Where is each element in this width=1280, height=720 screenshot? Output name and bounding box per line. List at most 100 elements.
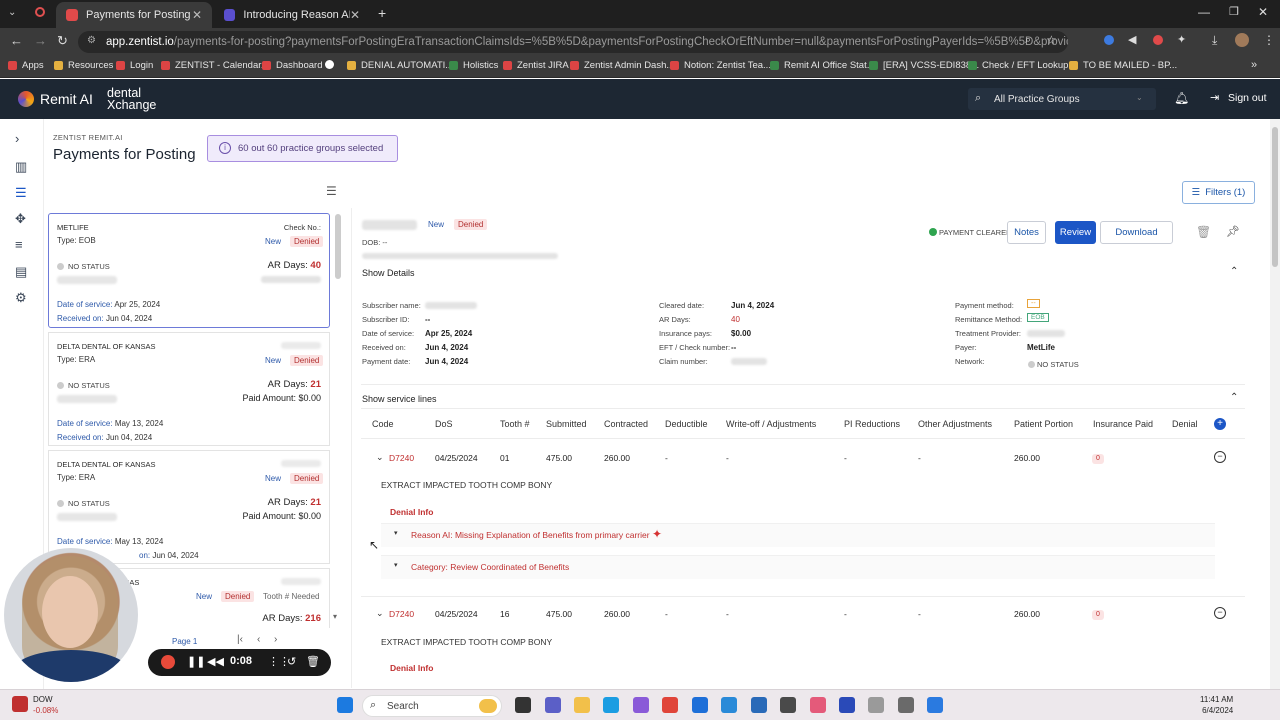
stock-widget[interactable]: DOW -0.08% — [33, 694, 58, 716]
pause-icon[interactable]: ❚❚ — [187, 655, 205, 668]
back-arrow-icon[interactable]: ← — [10, 33, 23, 48]
bookmark-resources[interactable]: Resources — [54, 60, 113, 71]
maximize-icon[interactable]: ❐ — [1229, 5, 1239, 18]
system-clock[interactable]: 11:41 AM 6/4/2024 — [1200, 694, 1233, 716]
sort-icon[interactable]: ☰ — [326, 184, 337, 198]
remove-line-minus-icon[interactable]: − — [1214, 607, 1226, 619]
delete-trash-icon[interactable]: 🗑︎ — [1196, 225, 1211, 239]
teams-icon[interactable] — [545, 697, 561, 713]
close-tab-icon[interactable]: ✕ — [350, 8, 360, 22]
remit-ai-logo[interactable]: Remit AI — [18, 91, 93, 107]
bookmark-star-icon[interactable]: ☆ — [1046, 33, 1057, 47]
bookmark-apps[interactable]: Apps — [8, 60, 44, 71]
next-page-icon[interactable]: › — [274, 634, 277, 645]
download-icon[interactable]: ⤓ — [1212, 33, 1217, 48]
collapse-service-lines-icon[interactable]: ⌃ — [1230, 392, 1238, 403]
profile-avatar[interactable] — [1235, 33, 1249, 47]
tab-reason-ai[interactable]: Introducing Reason AI for Enha ✕ — [214, 2, 370, 28]
extension-red-icon[interactable] — [1153, 35, 1163, 45]
payment-card[interactable]: DELTA DENTAL OF KANSAS Type: ERA New Den… — [48, 332, 330, 446]
review-button[interactable]: Review — [1055, 221, 1096, 244]
stock-widget-icon[interactable] — [12, 696, 28, 712]
practice-group-select[interactable]: ⌕ All Practice Groups ⌄ — [968, 88, 1156, 110]
payment-card[interactable]: METLIFE Check No.: Type: EOB New Denied … — [48, 213, 330, 328]
bookmark-check-eft[interactable]: Check / EFT Lookup... — [968, 60, 1076, 71]
todo-icon[interactable] — [927, 697, 943, 713]
close-window-icon[interactable]: ✕ — [1258, 5, 1268, 19]
reports-icon[interactable]: ▤ — [15, 264, 27, 280]
minimize-icon[interactable]: — — [1198, 5, 1210, 19]
site-info-icon[interactable]: ⚙ — [87, 35, 96, 46]
bookmark-admin-dash[interactable]: Zentist Admin Dash... — [570, 60, 674, 71]
integrations-icon[interactable]: ✥ — [15, 211, 26, 227]
remove-line-minus-icon[interactable]: − — [1214, 451, 1226, 463]
line-code[interactable]: D7240 — [389, 453, 414, 463]
bookmark-google[interactable] — [325, 60, 339, 69]
app-icon[interactable] — [721, 697, 737, 713]
show-details-toggle[interactable]: Show Details — [362, 268, 415, 278]
add-line-plus-icon[interactable]: + — [1214, 418, 1226, 430]
bookmark-remit-ai-status[interactable]: Remit AI Office Stat... — [770, 60, 875, 71]
bookmark-denial-automation[interactable]: DENIAL AUTOMATI... — [347, 60, 453, 71]
bookmark-holistics[interactable]: Holistics — [449, 60, 498, 71]
list-scrollbar[interactable] — [335, 214, 341, 279]
snipping-tool-icon[interactable] — [898, 697, 914, 713]
mute-icon[interactable]: ◀ — [1128, 33, 1136, 46]
bookmark-login[interactable]: Login — [116, 60, 153, 71]
prev-page-icon[interactable]: ‹ — [257, 634, 260, 645]
task-view-icon[interactable] — [515, 697, 531, 713]
bookmark-jira[interactable]: Zentist JIRA — [503, 60, 569, 71]
file-explorer-icon[interactable] — [574, 697, 590, 713]
payment-card[interactable]: DELTA DENTAL OF KANSAS Type: ERA New Den… — [48, 450, 330, 564]
settings-gear-icon[interactable]: ⚙ — [15, 290, 27, 306]
notepad-icon[interactable] — [751, 697, 767, 713]
notification-bell-icon[interactable]: 🔔︎ — [1174, 91, 1189, 105]
webcam-overlay[interactable] — [4, 548, 138, 682]
pin-icon[interactable]: 📌︎ — [1226, 225, 1240, 238]
tasks-list-icon[interactable]: ≡ — [15, 237, 23, 252]
bookmark-dashboard[interactable]: Dashboard — [262, 60, 322, 71]
rewind-icon[interactable]: ◀◀ — [207, 655, 224, 668]
reload-icon[interactable]: ↻ — [57, 33, 68, 49]
more-bookmarks-chevron-icon[interactable]: » — [1251, 59, 1257, 71]
extension-icon[interactable] — [1104, 35, 1114, 45]
expand-reason-chevron-icon[interactable]: ▾ — [394, 529, 398, 537]
collapse-chevron-up-icon[interactable]: ⌃ — [1230, 266, 1238, 277]
bookmark-to-be-mailed[interactable]: TO BE MAILED - BP... — [1069, 60, 1177, 71]
windows-start-icon[interactable] — [337, 697, 353, 713]
address-bar[interactable]: ⚙ app.zentist.io/payments-for-posting?pa… — [78, 31, 1068, 53]
zoom-icon[interactable]: ⌕ — [1025, 34, 1031, 47]
forward-arrow-icon[interactable]: → — [34, 33, 47, 48]
notes-button[interactable]: Notes — [1007, 221, 1046, 244]
bookmark-era-vcss[interactable]: [ERA] VCSS-EDI838... — [869, 60, 979, 71]
new-tab-plus-icon[interactable]: + — [378, 5, 386, 21]
app-icon[interactable] — [839, 697, 855, 713]
stop-recording-icon[interactable] — [161, 655, 175, 669]
tab-payments-for-posting[interactable]: Payments for Posting ✕ — [56, 2, 212, 28]
tab-search-icon[interactable]: ⌄ — [8, 7, 16, 18]
practice-groups-selected-chip[interactable]: 60 out 60 practice groups selected — [207, 135, 398, 162]
store-icon[interactable] — [692, 697, 708, 713]
collapse-line-chevron-icon[interactable]: ⌄ — [376, 452, 384, 463]
menu-dots-icon[interactable]: ⋮ — [1263, 33, 1275, 47]
list-scroll-down-icon[interactable]: ▾ — [333, 612, 337, 621]
first-page-icon[interactable]: |‹ — [237, 634, 243, 645]
restart-icon[interactable]: ↺ — [287, 655, 296, 668]
bookmark-calendar[interactable]: ZENTIST - Calendar... — [161, 60, 269, 71]
filters-button[interactable]: ☰ Filters (1) — [1182, 181, 1255, 204]
taskbar-search[interactable]: ⌕ Search — [362, 695, 502, 717]
expand-chevron-icon[interactable]: › — [15, 131, 19, 146]
expand-category-chevron-icon[interactable]: ▾ — [394, 561, 398, 569]
page-scrollbar-thumb[interactable] — [1272, 127, 1278, 267]
trash-icon[interactable]: 🗑︎ — [306, 655, 320, 668]
record-icon[interactable] — [35, 7, 45, 17]
line-code[interactable]: D7240 — [389, 609, 414, 619]
analytics-icon[interactable]: ▥ — [15, 159, 27, 175]
app-icon[interactable] — [810, 697, 826, 713]
payments-list-icon[interactable]: ☰ — [15, 185, 27, 201]
app-icon[interactable] — [868, 697, 884, 713]
show-service-lines-toggle[interactable]: Show service lines — [362, 394, 437, 404]
close-tab-icon[interactable]: ✕ — [192, 8, 202, 22]
chrome-icon[interactable] — [662, 697, 678, 713]
download-button[interactable]: Download — [1100, 221, 1173, 244]
